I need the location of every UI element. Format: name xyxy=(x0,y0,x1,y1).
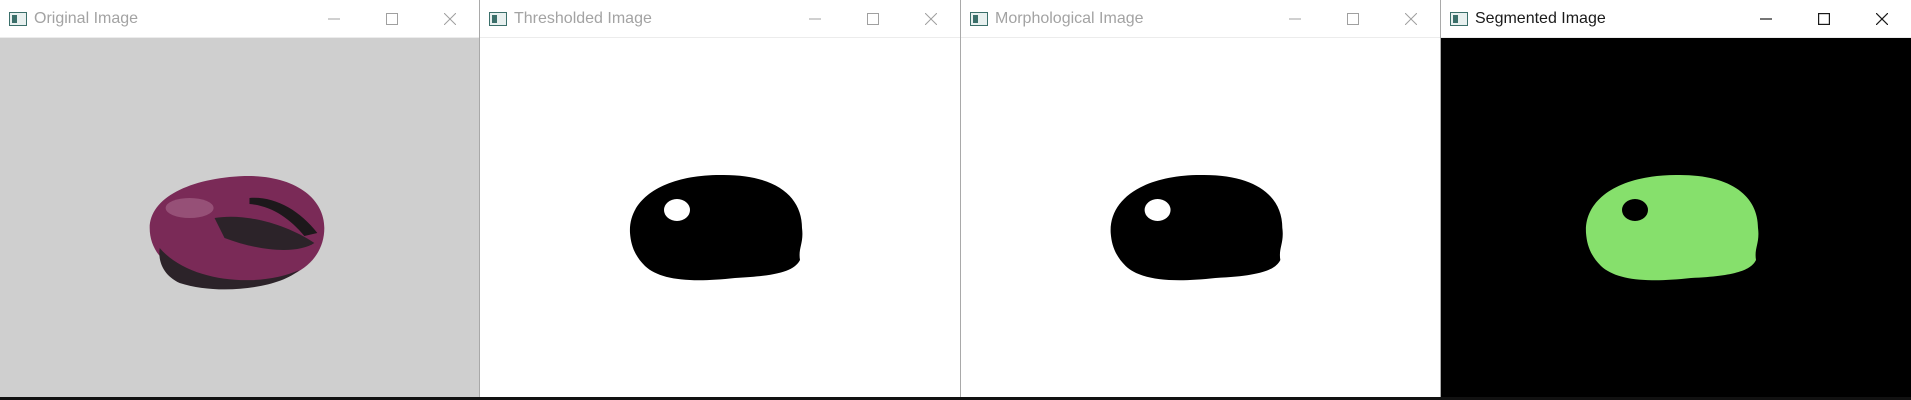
thresholded-image-window[interactable]: Thresholded Image xyxy=(480,0,961,397)
original-image-window[interactable]: Original Image xyxy=(0,0,480,397)
minimize-button[interactable] xyxy=(305,0,363,37)
segmented-image-window[interactable]: Segmented Image xyxy=(1441,0,1911,397)
close-button[interactable] xyxy=(421,0,479,37)
morphological-image-window[interactable]: Morphological Image xyxy=(961,0,1441,397)
window-app-icon xyxy=(489,11,507,26)
thresholded-image-canvas xyxy=(480,38,960,397)
minimize-icon xyxy=(328,18,340,19)
window-title: Segmented Image xyxy=(1475,9,1606,27)
threshold-hole xyxy=(664,199,690,221)
close-icon xyxy=(444,12,456,25)
minimize-button[interactable] xyxy=(1266,0,1324,37)
window-app-icon xyxy=(970,11,988,26)
minimize-icon xyxy=(1760,17,1772,20)
morphological-blob xyxy=(1110,174,1283,281)
minimize-button[interactable] xyxy=(786,0,844,37)
maximize-icon xyxy=(867,12,879,25)
maximize-button[interactable] xyxy=(1795,0,1853,37)
segmented-blob xyxy=(1585,174,1759,281)
morphological-image-canvas xyxy=(961,38,1440,397)
window-title: Morphological Image xyxy=(995,9,1144,27)
minimize-button[interactable] xyxy=(1737,0,1795,37)
segmented-image-canvas xyxy=(1441,38,1911,397)
window-app-icon xyxy=(1450,11,1468,26)
close-button[interactable] xyxy=(902,0,960,37)
close-icon xyxy=(1876,12,1888,25)
threshold-blob xyxy=(629,174,803,281)
window-title: Thresholded Image xyxy=(514,9,652,27)
morphological-hole xyxy=(1144,199,1171,221)
close-button[interactable] xyxy=(1382,0,1440,37)
window-app-icon xyxy=(9,11,27,26)
original-image-canvas xyxy=(0,38,479,397)
window-controls xyxy=(1266,0,1440,37)
maximize-icon xyxy=(1818,12,1830,25)
close-button[interactable] xyxy=(1853,0,1911,37)
maximize-icon xyxy=(386,12,398,25)
minimize-icon xyxy=(809,18,821,19)
minimize-icon xyxy=(1289,18,1301,19)
maximize-button[interactable] xyxy=(844,0,902,37)
close-icon xyxy=(925,12,937,25)
window-controls xyxy=(305,0,479,37)
maximize-icon xyxy=(1347,12,1359,25)
maximize-button[interactable] xyxy=(363,0,421,37)
window-title: Original Image xyxy=(34,9,139,27)
segmented-hole xyxy=(1622,199,1648,221)
window-controls xyxy=(786,0,960,37)
close-icon xyxy=(1405,12,1417,25)
window-controls xyxy=(1737,0,1911,37)
maximize-button[interactable] xyxy=(1324,0,1382,37)
